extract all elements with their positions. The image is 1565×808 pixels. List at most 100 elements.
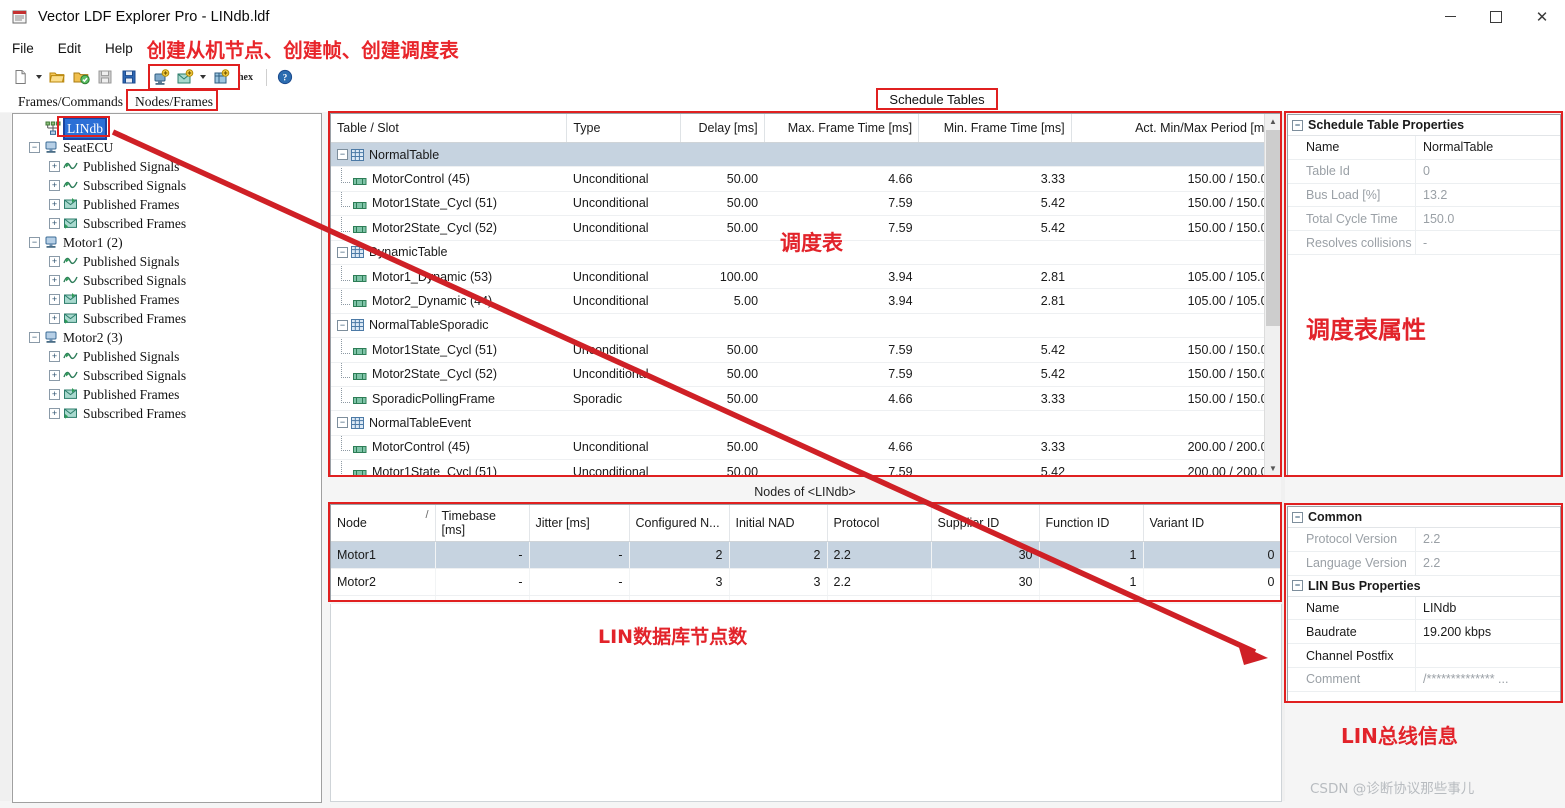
property-row[interactable]: Resolves collisions - [1288,231,1560,255]
cell-name[interactable]: MotorControl (45) [331,435,567,461]
col-table-slot[interactable]: Table / Slot [331,114,568,143]
property-row[interactable]: Channel Postfix [1288,644,1560,668]
cell-name[interactable]: Motor1State_Cycl (51) [331,191,567,217]
property-row[interactable]: Name LINdb [1288,596,1560,621]
scroll-down-icon[interactable]: ▼ [1265,461,1281,476]
bus-properties-panel[interactable]: − Common Protocol Version 2.2 Language V… [1287,506,1561,702]
tree-item-motor1-published-frames[interactable]: + Published Frames [19,290,321,309]
table-row[interactable]: Motor1State_Cycl (51) Unconditional 50.0… [331,459,1281,476]
property-value[interactable]: 19.200 kbps [1416,620,1560,643]
cell-name[interactable]: Motor1State_Cycl (51) [331,459,567,476]
tree-item-motor1[interactable]: − Motor1 (2) [19,233,321,252]
property-row[interactable]: Baudrate 19.200 kbps [1288,620,1560,645]
validate-icon[interactable] [70,66,92,88]
col-initial-nad[interactable]: Initial NAD [729,505,828,542]
table-row[interactable]: Motor2 - - 3 3 2.2 30 1 0 [331,568,1281,596]
col-node[interactable]: Node / [331,505,436,542]
lin-bus-properties-header[interactable]: − LIN Bus Properties [1288,575,1560,597]
collapse-toggle[interactable]: − [337,246,348,258]
tree-item-motor2-subscribed-frames[interactable]: + Subscribed Frames [19,404,321,423]
menu-item-edit[interactable]: Edit [46,38,93,59]
col-type[interactable]: Type [566,114,682,143]
cell-name[interactable]: Motor1State_Cycl (51) [331,337,567,363]
col-min-frame-time[interactable]: Min. Frame Time [ms] [918,114,1072,143]
expand-toggle[interactable]: + [49,408,60,419]
property-row[interactable]: Protocol Version 2.2 [1288,528,1560,552]
properties-header[interactable]: − Schedule Table Properties [1288,115,1560,136]
tree-item-motor2-published-frames[interactable]: + Published Frames [19,385,321,404]
scroll-up-icon[interactable]: ▲ [1265,114,1281,129]
hex-toggle[interactable]: hex [238,72,253,83]
tree-item-seatecu-subscribed-frames[interactable]: + Subscribed Frames [19,214,321,233]
new-file-icon[interactable] [10,66,32,88]
new-file-dropdown-caret[interactable] [34,66,43,88]
expand-toggle[interactable]: + [49,218,60,229]
col-delay[interactable]: Delay [ms] [680,114,765,143]
expand-toggle[interactable]: + [49,389,60,400]
tree-item-seatecu-published-signals[interactable]: + Published Signals [19,157,321,176]
tree-item-motor1-subscribed-frames[interactable]: + Subscribed Frames [19,309,321,328]
collapse-toggle[interactable]: − [1292,511,1303,523]
property-value[interactable]: LINdb [1416,597,1560,620]
collapse-toggle[interactable]: − [29,332,40,343]
menu-item-file[interactable]: File [0,38,46,59]
tree-item-motor2[interactable]: − Motor2 (3) [19,328,321,347]
property-row[interactable]: Name NormalTable [1288,136,1560,160]
property-value[interactable] [1416,644,1560,667]
col-supplier-id[interactable]: Supplier ID [931,505,1040,542]
tab-frames-commands[interactable]: Frames/Commands [14,94,131,112]
property-row[interactable]: Comment /************** ... [1288,667,1560,692]
cell-name[interactable]: − NormalTableSporadic [331,313,567,339]
schedule-table-grid-panel[interactable]: Table / Slot Type Delay [ms] Max. Frame … [330,113,1282,477]
schedule-table-properties-panel[interactable]: − Schedule Table Properties Name NormalT… [1287,114,1561,476]
tree-item-seatecu-published-frames[interactable]: + Published Frames [19,195,321,214]
table-row[interactable]: Motor1State_Cycl (51) Unconditional 50.0… [331,337,1281,363]
collapse-toggle[interactable]: − [29,237,40,248]
collapse-toggle[interactable]: − [29,142,40,153]
col-configured-nad[interactable]: Configured N... [629,505,730,542]
expand-toggle[interactable]: + [49,370,60,381]
table-row[interactable]: − NormalTable [331,142,1281,168]
expand-toggle[interactable]: + [49,294,60,305]
table-row[interactable]: Motor1State_Cycl (51) Unconditional 50.0… [331,191,1281,217]
property-row[interactable]: Total Cycle Time 150.0 [1288,207,1560,232]
property-row[interactable]: Bus Load [%] 13.2 [1288,183,1560,208]
table-row[interactable]: − NormalTableEvent [331,410,1281,436]
property-row[interactable]: Language Version 2.2 [1288,551,1560,576]
collapse-toggle[interactable]: − [337,417,348,429]
open-folder-icon[interactable] [46,66,68,88]
cell-name[interactable]: Motor2State_Cycl (52) [331,362,567,387]
cell-name[interactable]: − NormalTable [331,142,567,168]
cell-name[interactable]: Motor2_Dynamic (44) [331,288,567,314]
expand-toggle[interactable]: + [49,161,60,172]
menu-item-help[interactable]: Help [93,38,145,59]
cell-name[interactable]: SporadicPollingFrame [331,386,567,412]
table-row[interactable]: Motor1 - - 2 2 2.2 30 1 0 [331,541,1281,569]
col-function-id[interactable]: Function ID [1039,505,1144,542]
table-row[interactable]: Motor2State_Cycl (52) Unconditional 50.0… [331,362,1281,387]
schedule-grid-scrollbar[interactable]: ▲ ▼ [1264,114,1281,476]
tree-item-seatecu[interactable]: − SeatECU [19,138,321,157]
table-row[interactable]: Motor1_Dynamic (53) Unconditional 100.00… [331,264,1281,290]
table-row[interactable]: − NormalTableSporadic [331,313,1281,339]
col-max-frame-time[interactable]: Max. Frame Time [ms] [764,114,920,143]
expand-toggle[interactable]: + [49,256,60,267]
cell-name[interactable]: MotorControl (45) [331,166,567,192]
close-button[interactable]: ✕ [1519,0,1565,33]
table-row[interactable]: MotorControl (45) Unconditional 50.00 4.… [331,435,1281,461]
common-header[interactable]: − Common [1288,507,1560,528]
tree-item-motor1-published-signals[interactable]: + Published Signals [19,252,321,271]
tree-item-motor2-subscribed-signals[interactable]: + Subscribed Signals [19,366,321,385]
collapse-toggle[interactable]: − [1292,119,1303,131]
table-row[interactable]: SporadicPollingFrame Sporadic 50.00 4.66… [331,386,1281,412]
node-tree-panel[interactable]: LINdb − SeatECU + Published Signals + Su… [12,113,322,803]
table-row[interactable]: Motor2_Dynamic (44) Unconditional 5.00 3… [331,288,1281,314]
collapse-toggle[interactable]: − [1292,580,1303,592]
property-value[interactable]: NormalTable [1416,136,1560,159]
expand-toggle[interactable]: + [49,180,60,191]
col-timebase[interactable]: Timebase [ms] [435,505,530,542]
cell-name[interactable]: − NormalTableEvent [331,410,567,436]
col-jitter[interactable]: Jitter [ms] [529,505,630,542]
cell-name[interactable]: Motor1_Dynamic (53) [331,264,567,290]
help-icon[interactable]: ? [274,66,296,88]
